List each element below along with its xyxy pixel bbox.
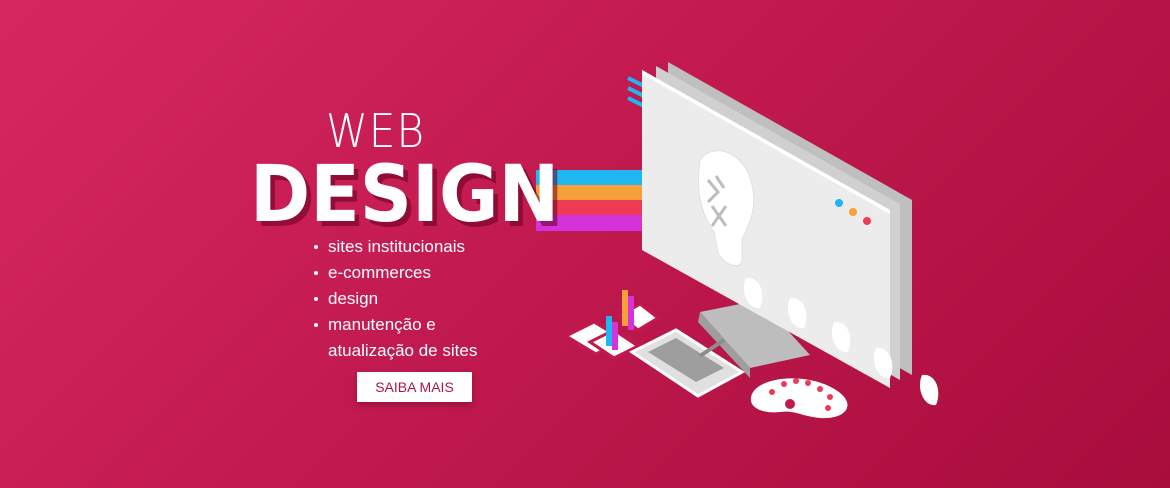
feature-item: design bbox=[312, 286, 477, 312]
web-design-illustration bbox=[536, 62, 939, 419]
feature-item: sites institucionais bbox=[312, 234, 477, 260]
paint-palette-icon bbox=[750, 378, 848, 419]
feature-item-continuation: atualização de sites bbox=[328, 341, 478, 360]
title-design: DESIGN bbox=[250, 150, 560, 240]
saiba-mais-button[interactable]: SAIBA MAIS bbox=[357, 372, 472, 402]
feature-item: manutenção e bbox=[312, 312, 477, 338]
feature-list: sites institucionais e-commerces design … bbox=[312, 234, 477, 364]
hero-banner: WEB DESIGN sites institucionais e-commer… bbox=[0, 0, 1170, 488]
feature-item: e-commerces bbox=[312, 260, 477, 286]
